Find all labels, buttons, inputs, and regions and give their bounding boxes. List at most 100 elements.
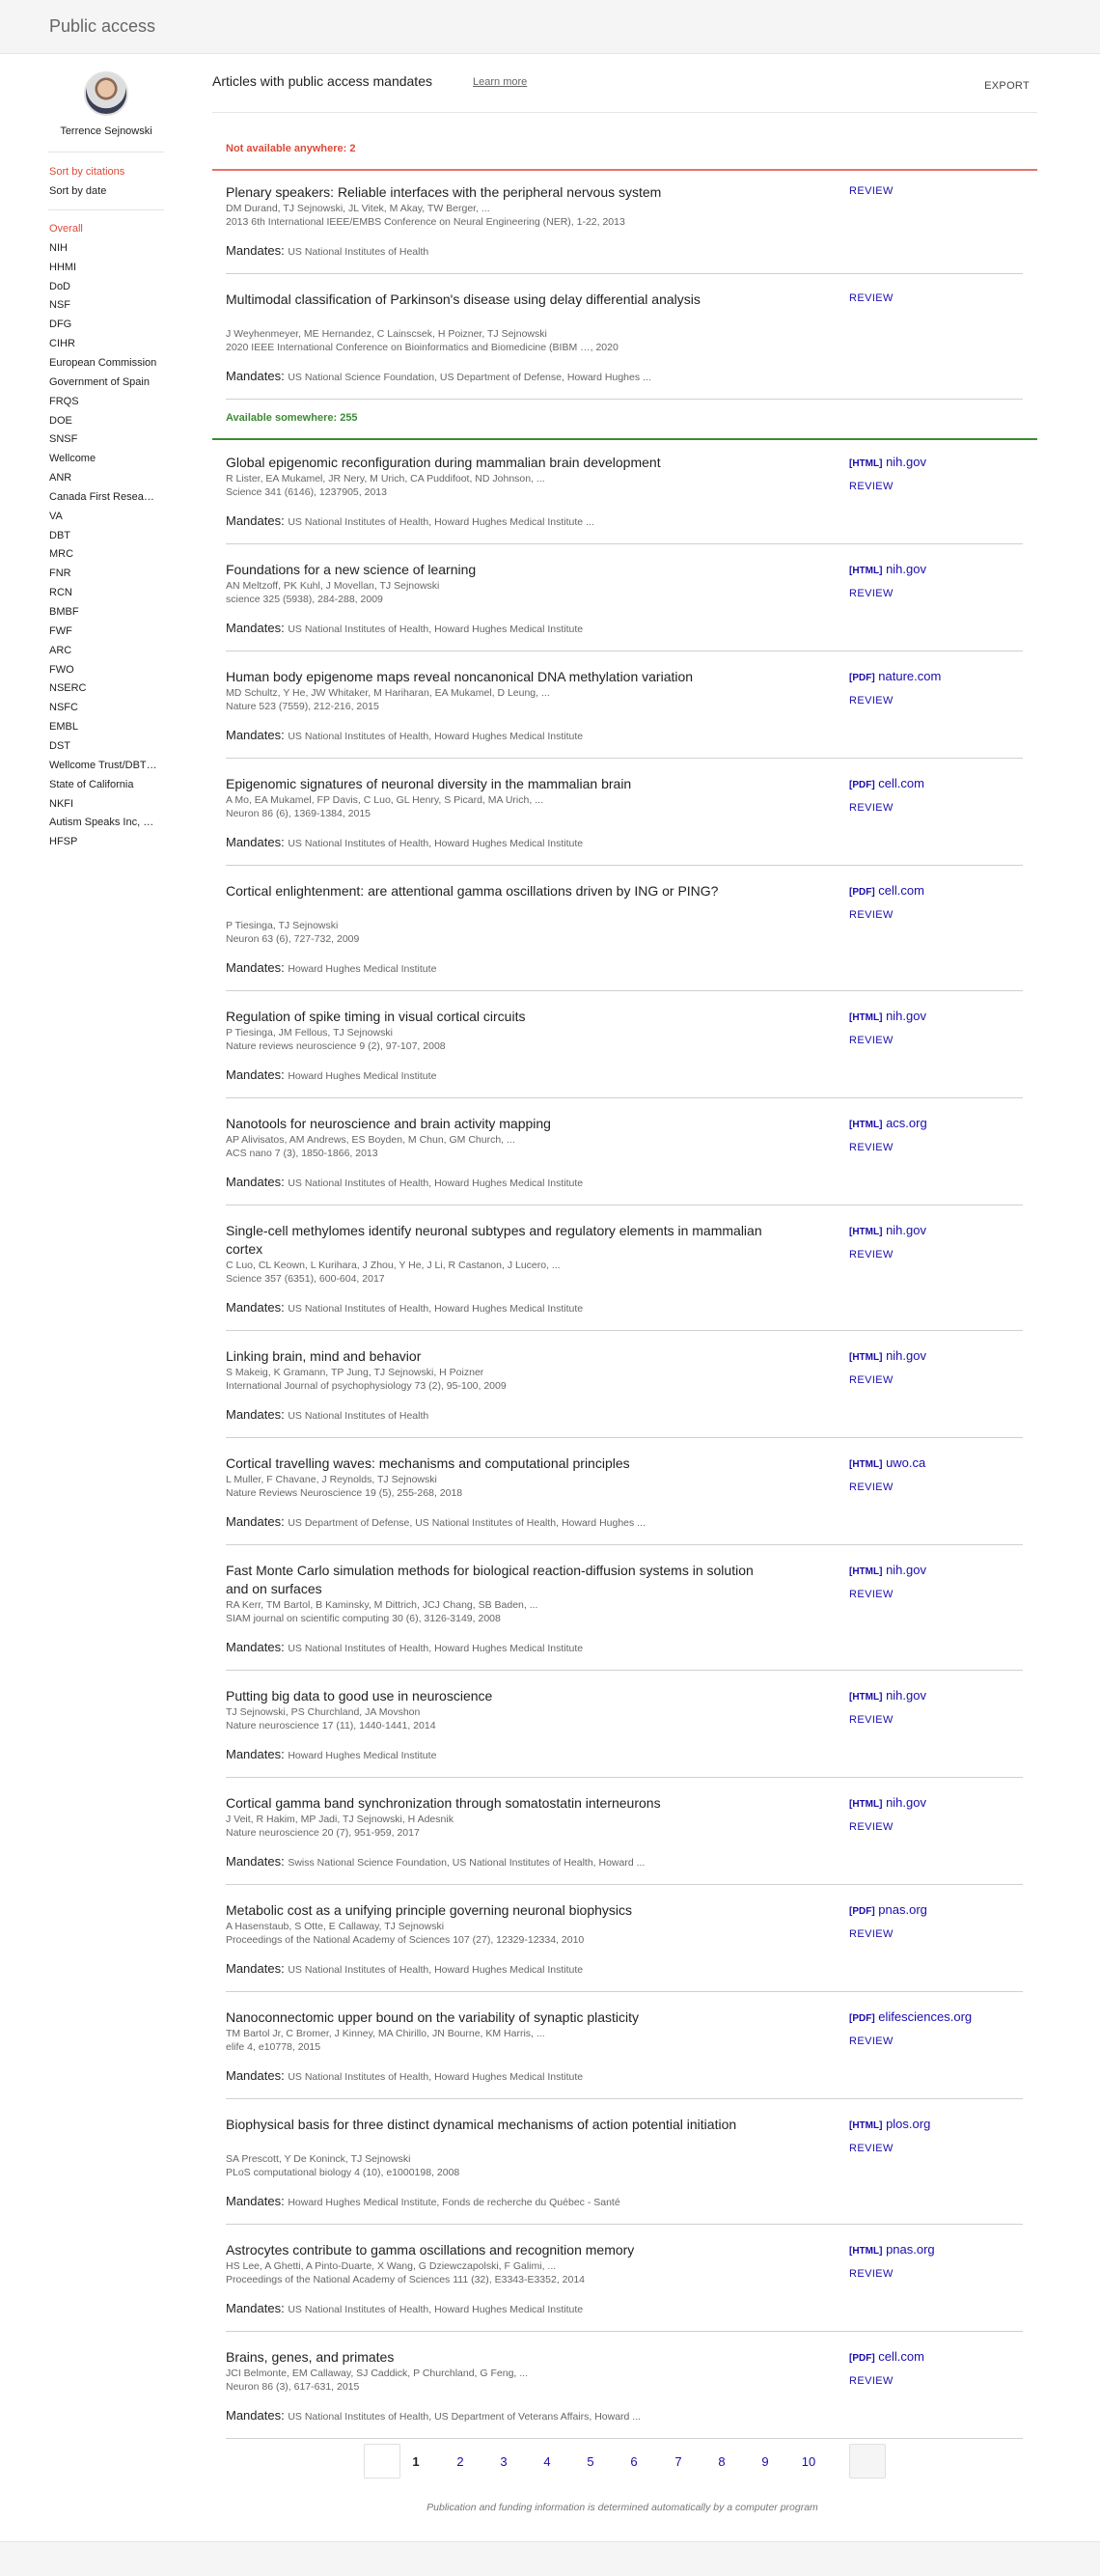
review-button[interactable]: REVIEW [849,1714,894,1726]
filter-item[interactable]: FWO [49,664,74,676]
review-button[interactable]: REVIEW [849,909,894,921]
article-title[interactable]: Biophysical basis for three distinct dyn… [226,2116,766,2134]
article-title[interactable]: Fast Monte Carlo simulation methods for … [226,1562,766,1598]
filter-item[interactable]: Wellcome [49,453,96,464]
filter-item[interactable]: State of California [49,779,133,790]
filter-item[interactable]: CIHR [49,338,75,349]
next-page-button[interactable] [849,2444,886,2479]
page-number[interactable]: 9 [754,2454,777,2469]
fulltext-link[interactable]: [PDF] cell.com [849,883,924,898]
article-title[interactable]: Metabolic cost as a unifying principle g… [226,1901,766,1920]
page-number[interactable]: 8 [710,2454,733,2469]
article-title[interactable]: Global epigenomic reconfiguration during… [226,454,766,472]
filter-item[interactable]: European Commission [49,357,156,369]
filter-item[interactable]: DBT [49,530,70,541]
sort-by-citations[interactable]: Sort by citations [49,166,124,178]
fulltext-link[interactable]: [HTML] uwo.ca [849,1455,925,1470]
article-title[interactable]: Astrocytes contribute to gamma oscillati… [226,2241,766,2259]
profile-name[interactable]: Terrence Sejnowski [0,125,212,137]
article-title[interactable]: Cortical gamma band synchronization thro… [226,1794,766,1813]
sort-by-date[interactable]: Sort by date [49,185,106,197]
learn-more-link[interactable]: Learn more [473,76,527,88]
article-title[interactable]: Single-cell methylomes identify neuronal… [226,1222,766,1259]
page-number[interactable]: 10 [797,2454,820,2469]
review-button[interactable]: REVIEW [849,185,894,197]
fulltext-link[interactable]: [HTML] nih.gov [849,1348,926,1363]
filter-item[interactable]: NSERC [49,682,87,694]
fulltext-link[interactable]: [HTML] nih.gov [849,1009,926,1023]
article-title[interactable]: Epigenomic signatures of neuronal divers… [226,775,766,793]
review-button[interactable]: REVIEW [849,1142,894,1153]
fulltext-link[interactable]: [PDF] cell.com [849,776,924,790]
article-title[interactable]: Plenary speakers: Reliable interfaces wi… [226,183,766,202]
filter-item[interactable]: MRC [49,548,73,560]
fulltext-link[interactable]: [PDF] pnas.org [849,1902,927,1917]
review-button[interactable]: REVIEW [849,802,894,814]
filter-item[interactable]: DST [49,740,70,752]
page-number[interactable]: 6 [622,2454,646,2469]
article-title[interactable]: Brains, genes, and primates [226,2348,766,2367]
filter-item[interactable]: FWF [49,625,72,637]
review-button[interactable]: REVIEW [849,1589,894,1600]
filter-item[interactable]: Canada First Resea… [49,491,154,503]
prev-page-button[interactable] [364,2444,400,2479]
page-number[interactable]: 4 [536,2454,559,2469]
filter-item[interactable]: Autism Speaks Inc, … [49,817,153,828]
fulltext-link[interactable]: [HTML] acs.org [849,1116,927,1130]
export-button[interactable]: EXPORT [984,80,1030,92]
fulltext-link[interactable]: [HTML] plos.org [849,2117,930,2131]
filter-item[interactable]: Overall [49,223,83,235]
fulltext-link[interactable]: [PDF] cell.com [849,2349,924,2364]
fulltext-link[interactable]: [HTML] pnas.org [849,2242,935,2257]
fulltext-link[interactable]: [HTML] nih.gov [849,1563,926,1577]
fulltext-link[interactable]: [HTML] nih.gov [849,1795,926,1810]
article-title[interactable]: Human body epigenome maps reveal noncano… [226,668,766,686]
page-number[interactable]: 7 [667,2454,690,2469]
fulltext-link[interactable]: [HTML] nih.gov [849,1688,926,1703]
profile-avatar[interactable] [84,71,128,116]
filter-item[interactable]: RCN [49,587,72,598]
article-title[interactable]: Foundations for a new science of learnin… [226,561,766,579]
filter-item[interactable]: HHMI [49,262,76,273]
page-number[interactable]: 1 [404,2454,427,2469]
review-button[interactable]: REVIEW [849,1249,894,1260]
filter-item[interactable]: FRQS [49,396,79,407]
review-button[interactable]: REVIEW [849,1035,894,1046]
filter-item[interactable]: NSF [49,299,70,311]
filter-item[interactable]: DOE [49,415,72,427]
filter-item[interactable]: HFSP [49,836,77,847]
review-button[interactable]: REVIEW [849,695,894,706]
filter-item[interactable]: FNR [49,568,71,579]
page-number[interactable]: 5 [579,2454,602,2469]
article-title[interactable]: Nanotools for neuroscience and brain act… [226,1115,766,1133]
article-title[interactable]: Cortical travelling waves: mechanisms an… [226,1454,766,1473]
review-button[interactable]: REVIEW [849,2268,894,2280]
page-number[interactable]: 2 [449,2454,472,2469]
filter-item[interactable]: BMBF [49,606,79,618]
review-button[interactable]: REVIEW [849,1482,894,1493]
article-title[interactable]: Nanoconnectomic upper bound on the varia… [226,2008,766,2027]
review-button[interactable]: REVIEW [849,1928,894,1940]
review-button[interactable]: REVIEW [849,2375,894,2387]
filter-item[interactable]: Wellcome Trust/DBT… [49,760,157,771]
fulltext-link[interactable]: [HTML] nih.gov [849,562,926,576]
fulltext-link[interactable]: [HTML] nih.gov [849,1223,926,1237]
review-button[interactable]: REVIEW [849,2143,894,2154]
fulltext-link[interactable]: [PDF] nature.com [849,669,941,683]
review-button[interactable]: REVIEW [849,588,894,599]
review-button[interactable]: REVIEW [849,481,894,492]
filter-item[interactable]: NIH [49,242,68,254]
filter-item[interactable]: ARC [49,645,71,656]
article-title[interactable]: Putting big data to good use in neurosci… [226,1687,766,1705]
filter-item[interactable]: ANR [49,472,71,484]
article-title[interactable]: Regulation of spike timing in visual cor… [226,1008,766,1026]
filter-item[interactable]: DoD [49,281,70,292]
fulltext-link[interactable]: [PDF] elifesciences.org [849,2009,972,2024]
article-title[interactable]: Multimodal classification of Parkinson's… [226,291,766,309]
filter-item[interactable]: NKFI [49,798,73,810]
filter-item[interactable]: EMBL [49,721,78,733]
review-button[interactable]: REVIEW [849,292,894,304]
review-button[interactable]: REVIEW [849,1821,894,1833]
article-title[interactable]: Linking brain, mind and behavior [226,1347,766,1366]
filter-item[interactable]: DFG [49,319,71,330]
